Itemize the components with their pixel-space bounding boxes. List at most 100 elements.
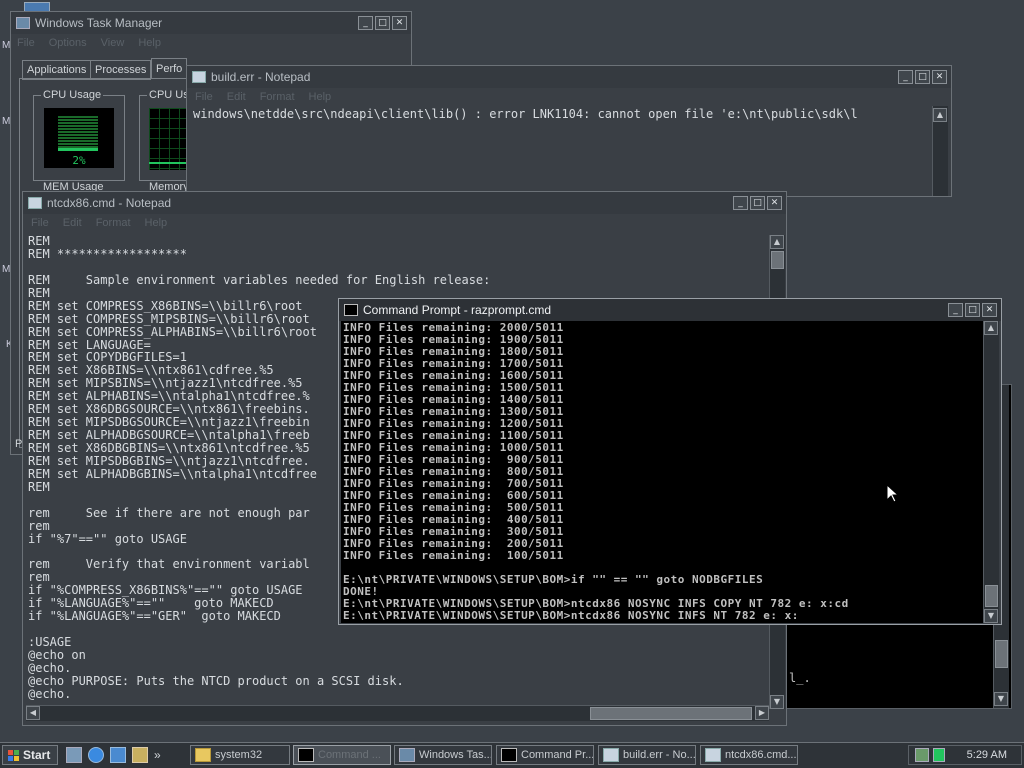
menu-view[interactable]: View bbox=[101, 37, 125, 49]
build-err-window[interactable]: build.err - Notepad _ □ ✕ File Edit Form… bbox=[186, 65, 952, 197]
windows-logo-icon bbox=[8, 749, 19, 761]
command-prompt-window[interactable]: Command Prompt - razprompt.cmd _ □ ✕ INF… bbox=[338, 298, 1002, 625]
close-button[interactable]: ✕ bbox=[982, 303, 997, 317]
maximize-button[interactable]: □ bbox=[965, 303, 980, 317]
notepad-icon bbox=[192, 71, 206, 83]
text-line: @echo on bbox=[28, 648, 86, 662]
taskbar-button-command-prompt[interactable]: Command Pr... bbox=[496, 745, 594, 765]
menu-help[interactable]: Help bbox=[145, 217, 168, 229]
command-prompt-title: Command Prompt - razprompt.cmd bbox=[363, 303, 552, 317]
menu-file[interactable]: File bbox=[31, 217, 49, 229]
taskbar-button-system32[interactable]: system32 bbox=[190, 745, 290, 765]
console-lines: INFO Files remaining: 2000/5011 INFO File… bbox=[341, 321, 983, 623]
scroll-left-arrow[interactable]: ◀ bbox=[26, 706, 40, 720]
scroll-thumb[interactable] bbox=[985, 585, 998, 607]
show-desktop-icon[interactable] bbox=[66, 747, 82, 763]
taskbar-button-command-active[interactable]: Command ... bbox=[293, 745, 391, 765]
cpu-usage-label: CPU Usage bbox=[41, 89, 104, 101]
command-prompt-vscroll[interactable]: ▲ ▼ bbox=[983, 321, 999, 623]
cpu-usage-meter: 2% bbox=[44, 108, 114, 168]
quick-launch-chevron[interactable]: » bbox=[154, 748, 161, 762]
menu-format[interactable]: Format bbox=[96, 217, 131, 229]
scroll-down-arrow[interactable]: ▼ bbox=[770, 695, 784, 709]
text-line: @echo. bbox=[28, 686, 72, 701]
taskbar-button-task-manager[interactable]: Windows Tas... bbox=[394, 745, 492, 765]
task-manager-titlebar[interactable]: Windows Task Manager _ □ ✕ bbox=[11, 12, 411, 34]
task-manager-icon bbox=[16, 17, 30, 29]
menu-edit[interactable]: Edit bbox=[227, 91, 246, 103]
outlook-icon[interactable] bbox=[110, 747, 126, 763]
scroll-down-arrow[interactable]: ▼ bbox=[984, 609, 998, 623]
menu-options[interactable]: Options bbox=[49, 37, 87, 49]
text-line: @echo. bbox=[28, 660, 72, 675]
system-tray: 5:29 AM bbox=[908, 745, 1022, 765]
mouse-pointer-icon bbox=[886, 484, 900, 503]
ntcdx86-menubar: File Edit Format Help bbox=[23, 214, 786, 232]
cpu-meter-active bbox=[58, 148, 98, 151]
text-line: REM ****************** bbox=[28, 246, 187, 261]
taskbar-button-label: Command ... bbox=[318, 749, 381, 761]
task-manager-tray-icon[interactable] bbox=[933, 748, 945, 762]
menu-file[interactable]: File bbox=[195, 91, 213, 103]
maximize-button[interactable]: □ bbox=[915, 70, 930, 84]
scroll-right-arrow[interactable]: ▶ bbox=[755, 706, 769, 720]
task-manager-icon bbox=[399, 748, 415, 762]
text-line: REM Sample environment variables needed … bbox=[28, 272, 491, 287]
start-button[interactable]: Start bbox=[2, 745, 58, 765]
text-line bbox=[26, 261, 769, 274]
command-prompt-icon bbox=[298, 748, 314, 762]
menu-file[interactable]: File bbox=[17, 37, 35, 49]
cpu-history-line bbox=[149, 162, 189, 164]
build-err-text-area[interactable]: windows\netdde\src\ndeapi\client\lib() :… bbox=[190, 106, 932, 196]
build-err-line: windows\netdde\src\ndeapi\client\lib() :… bbox=[193, 107, 858, 121]
scroll-up-arrow[interactable]: ▲ bbox=[933, 108, 947, 122]
tab-processes[interactable]: Processes bbox=[90, 60, 152, 80]
taskbar-button-label: Command Pr... bbox=[521, 749, 594, 761]
taskbar-button-label: Windows Tas... bbox=[419, 749, 492, 761]
notepad-icon bbox=[603, 748, 619, 762]
ntcdx86-titlebar[interactable]: ntcdx86.cmd - Notepad _ □ ✕ bbox=[23, 192, 786, 214]
scroll-thumb[interactable] bbox=[771, 251, 784, 269]
command-prompt-titlebar[interactable]: Command Prompt - razprompt.cmd _ □ ✕ bbox=[339, 299, 1001, 321]
menu-help[interactable]: Help bbox=[309, 91, 332, 103]
scroll-thumb[interactable] bbox=[995, 640, 1008, 668]
clock[interactable]: 5:29 AM bbox=[967, 749, 1007, 761]
scroll-thumb[interactable] bbox=[590, 707, 752, 720]
close-button[interactable]: ✕ bbox=[767, 196, 782, 210]
tab-performance[interactable]: Perfo bbox=[151, 58, 188, 79]
minimize-button[interactable]: _ bbox=[898, 70, 913, 84]
text-line bbox=[26, 623, 769, 636]
search-icon[interactable] bbox=[132, 747, 148, 763]
taskbar-button-build-err[interactable]: build.err - No... bbox=[598, 745, 696, 765]
scroll-up-arrow[interactable]: ▲ bbox=[984, 321, 998, 335]
internet-explorer-icon[interactable] bbox=[88, 747, 104, 763]
close-button[interactable]: ✕ bbox=[932, 70, 947, 84]
maximize-button[interactable]: □ bbox=[375, 16, 390, 30]
maximize-button[interactable]: □ bbox=[750, 196, 765, 210]
minimize-button[interactable]: _ bbox=[948, 303, 963, 317]
close-button[interactable]: ✕ bbox=[392, 16, 407, 30]
build-err-title: build.err - Notepad bbox=[211, 70, 311, 84]
task-manager-menubar: File Options View Help bbox=[11, 34, 411, 52]
ntcdx86-hscroll[interactable]: ◀ ▶ bbox=[26, 705, 769, 721]
tab-applications[interactable]: Applications bbox=[22, 60, 92, 80]
menu-edit[interactable]: Edit bbox=[63, 217, 82, 229]
text-line: REM bbox=[28, 235, 50, 248]
scroll-down-arrow[interactable]: ▼ bbox=[994, 692, 1008, 706]
text-line: E:\nt\PRIVATE\WINDOWS\SETUP\BOM>if "" ==… bbox=[343, 573, 764, 586]
taskbar-button-ntcdx86[interactable]: ntcdx86.cmd... bbox=[700, 745, 798, 765]
notepad-icon bbox=[705, 748, 721, 762]
folder-icon bbox=[195, 748, 211, 762]
scroll-up-arrow[interactable]: ▲ bbox=[770, 235, 784, 249]
task-manager-title: Windows Task Manager bbox=[35, 16, 163, 30]
build-err-titlebar[interactable]: build.err - Notepad _ □ ✕ bbox=[187, 66, 951, 88]
minimize-button[interactable]: _ bbox=[733, 196, 748, 210]
menu-format[interactable]: Format bbox=[260, 91, 295, 103]
network-icon[interactable] bbox=[915, 748, 929, 762]
text-line: :USAGE bbox=[28, 635, 72, 650]
menu-help[interactable]: Help bbox=[138, 37, 161, 49]
build-err-vscroll[interactable]: ▲ bbox=[932, 106, 948, 196]
console-output[interactable]: INFO Files remaining: 2000/5011 INFO File… bbox=[341, 321, 983, 623]
minimize-button[interactable]: _ bbox=[358, 16, 373, 30]
build-err-menubar: File Edit Format Help bbox=[187, 88, 951, 106]
